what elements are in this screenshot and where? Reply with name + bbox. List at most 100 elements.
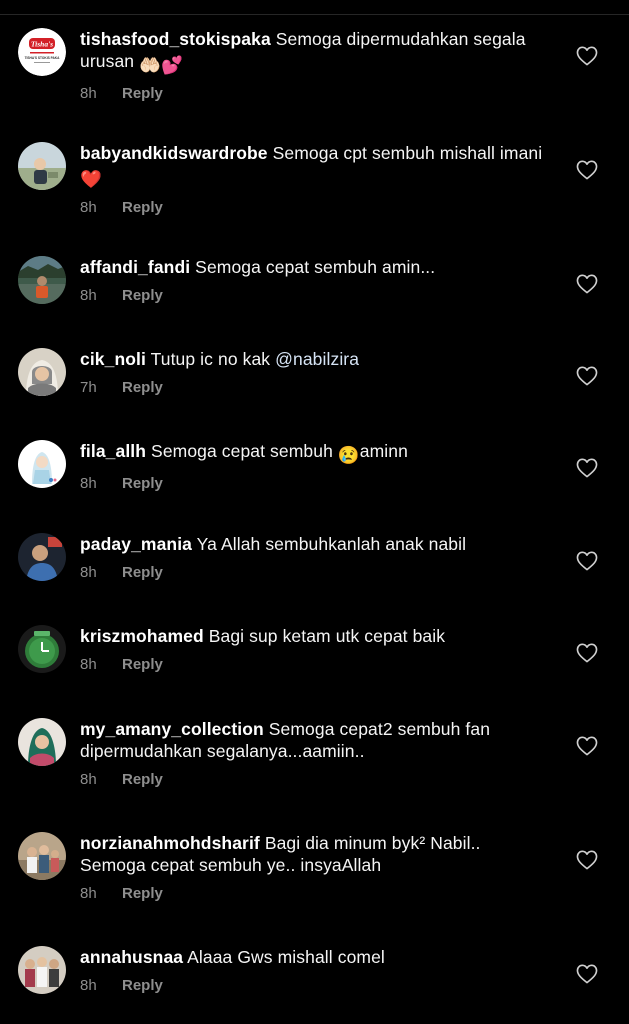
- reply-button[interactable]: Reply: [122, 84, 163, 104]
- comment-body: fila_allh Semoga cepat sembuh 😢aminn 8h R…: [80, 440, 550, 494]
- comment-text-line: affandi_fandi Semoga cepat sembuh amin..…: [80, 256, 550, 278]
- reply-button[interactable]: Reply: [122, 976, 163, 996]
- heart-outline-icon[interactable]: [576, 736, 598, 756]
- comment-username[interactable]: cik_noli: [80, 349, 146, 369]
- comment-timestamp: 8h: [80, 475, 97, 492]
- heart-outline-icon[interactable]: [576, 458, 598, 478]
- group-photo-avatar: [18, 946, 66, 994]
- comment-body: kriszmohamed Bagi sup ketam utk cepat ba…: [80, 625, 550, 675]
- comment-text-line: tishasfood_stokispaka Semoga dipermudahk…: [80, 28, 550, 76]
- comment-body: tishasfood_stokispaka Semoga dipermudahk…: [80, 28, 550, 104]
- comment-username[interactable]: babyandkidswardrobe: [80, 143, 268, 163]
- comment-text: Semoga cepat sembuh: [151, 441, 333, 461]
- comment-meta: 8h Reply: [80, 976, 550, 996]
- comment-text: Semoga cpt sembuh mishall imani: [272, 143, 543, 163]
- avatar[interactable]: [18, 625, 66, 673]
- comment-text-line: kriszmohamed Bagi sup ketam utk cepat ba…: [80, 625, 550, 647]
- hijab-woman-avatar: [18, 348, 66, 396]
- comment-timestamp: 8h: [80, 564, 97, 581]
- reply-button[interactable]: Reply: [122, 770, 163, 790]
- comment-text-line: babyandkidswardrobe Semoga cpt sembuh mi…: [80, 142, 550, 190]
- heart-outline-icon[interactable]: [576, 160, 598, 180]
- avatar-logo-text: Tisha's: [31, 40, 53, 49]
- green-clock-avatar: [18, 625, 66, 673]
- top-divider: [0, 14, 629, 15]
- comment-text: Bagi sup ketam utk cepat baik: [208, 626, 446, 646]
- avatar[interactable]: [18, 946, 66, 994]
- heart-outline-icon[interactable]: [576, 46, 598, 66]
- lake-person-avatar: [18, 256, 66, 304]
- comment-text: Ya Allah sembuhkanlah anak nabil: [196, 534, 467, 554]
- comment-timestamp: 8h: [80, 977, 97, 994]
- avatar-sub-text: TISHA'S STOKIS PAKA: [25, 56, 61, 60]
- comment-text-line: cik_noli Tutup ic no kak @nabilzira: [80, 348, 550, 370]
- heart-outline-icon[interactable]: [576, 274, 598, 294]
- heart-outline-icon[interactable]: [576, 850, 598, 870]
- family-photo-avatar: [18, 832, 66, 880]
- comment-meta: 8h Reply: [80, 198, 550, 218]
- comment-text-line: my_amany_collection Semoga cepat2 sembuh…: [80, 718, 550, 762]
- heart-outline-icon[interactable]: [576, 964, 598, 984]
- avatar[interactable]: [18, 142, 66, 190]
- comment-meta: 8h Reply: [80, 884, 550, 904]
- avatar[interactable]: [18, 718, 66, 766]
- reply-button[interactable]: Reply: [122, 884, 163, 904]
- child-outdoor-avatar: [18, 142, 66, 190]
- comment-body: my_amany_collection Semoga cepat2 sembuh…: [80, 718, 550, 790]
- comment-text: Semoga cepat sembuh amin...: [195, 257, 436, 277]
- comment-meta: 8h Reply: [80, 563, 550, 583]
- comment-body: norzianahmohdsharif Bagi dia minum byk² …: [80, 832, 550, 904]
- comment-meta: 8h Reply: [80, 474, 550, 494]
- comment-text-after: aminn: [359, 441, 408, 461]
- comment-text-line: annahusnaa Alaaa Gws mishall comel: [80, 946, 550, 968]
- avatar[interactable]: [18, 348, 66, 396]
- comment-username[interactable]: affandi_fandi: [80, 257, 190, 277]
- comment-text: Alaaa Gws mishall comel: [187, 947, 385, 967]
- comment-username[interactable]: annahusnaa: [80, 947, 183, 967]
- tishas-logo-avatar: Tisha's TISHA'S STOKIS PAKA: [18, 28, 66, 76]
- avatar[interactable]: [18, 440, 66, 488]
- comment-mention[interactable]: @nabilzira: [275, 349, 359, 369]
- avatar[interactable]: Tisha's TISHA'S STOKIS PAKA: [18, 28, 66, 76]
- reply-button[interactable]: Reply: [122, 378, 163, 398]
- comment-meta: 8h Reply: [80, 770, 550, 790]
- avatar[interactable]: [18, 533, 66, 581]
- cartoon-hijab-avatar: [18, 440, 66, 488]
- comment-username[interactable]: kriszmohamed: [80, 626, 204, 646]
- reply-button[interactable]: Reply: [122, 198, 163, 218]
- avatar[interactable]: [18, 256, 66, 304]
- comment-body: babyandkidswardrobe Semoga cpt sembuh mi…: [80, 142, 550, 218]
- heart-outline-icon[interactable]: [576, 643, 598, 663]
- comment-body: paday_mania Ya Allah sembuhkanlah anak n…: [80, 533, 550, 583]
- reply-button[interactable]: Reply: [122, 563, 163, 583]
- comment-text-line: norzianahmohdsharif Bagi dia minum byk² …: [80, 832, 550, 876]
- green-hijab-avatar: [18, 718, 66, 766]
- comment-text-line: paday_mania Ya Allah sembuhkanlah anak n…: [80, 533, 550, 555]
- comment-timestamp: 8h: [80, 885, 97, 902]
- comment-body: affandi_fandi Semoga cepat sembuh amin..…: [80, 256, 550, 306]
- man-blue-shirt-avatar: [18, 533, 66, 581]
- comment-timestamp: 8h: [80, 656, 97, 673]
- comment-timestamp: 8h: [80, 287, 97, 304]
- comment-timestamp: 7h: [80, 379, 97, 396]
- comment-username[interactable]: paday_mania: [80, 534, 192, 554]
- heart-outline-icon[interactable]: [576, 551, 598, 571]
- comment-timestamp: 8h: [80, 771, 97, 788]
- comment-text-line: fila_allh Semoga cepat sembuh 😢aminn: [80, 440, 550, 466]
- comment-timestamp: 8h: [80, 85, 97, 102]
- avatar[interactable]: [18, 832, 66, 880]
- reply-button[interactable]: Reply: [122, 474, 163, 494]
- reply-button[interactable]: Reply: [122, 286, 163, 306]
- comment-emoji: 🤲🏻💕: [139, 55, 183, 75]
- comment-emoji: 😢: [337, 445, 360, 465]
- comment-text: Tutup ic no kak: [150, 349, 271, 369]
- comment-username[interactable]: fila_allh: [80, 441, 146, 461]
- comment-body: annahusnaa Alaaa Gws mishall comel 8h Rep…: [80, 946, 550, 996]
- comment-meta: 8h Reply: [80, 655, 550, 675]
- comment-username[interactable]: norzianahmohdsharif: [80, 833, 260, 853]
- heart-outline-icon[interactable]: [576, 366, 598, 386]
- comment-timestamp: 8h: [80, 199, 97, 216]
- reply-button[interactable]: Reply: [122, 655, 163, 675]
- comment-username[interactable]: my_amany_collection: [80, 719, 264, 739]
- comment-username[interactable]: tishasfood_stokispaka: [80, 29, 271, 49]
